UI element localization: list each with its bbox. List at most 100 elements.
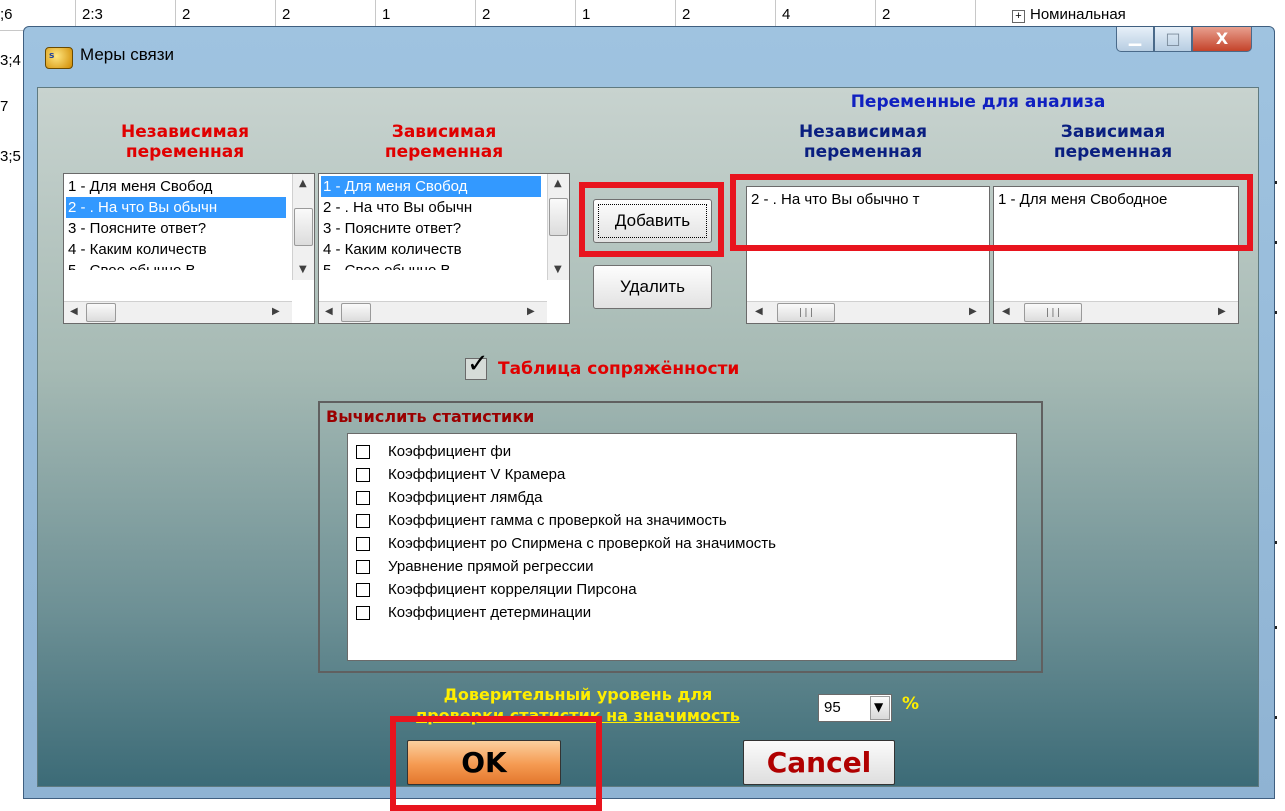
list-item-selected[interactable]: 2 - . На что Вы обычн [66,197,286,218]
stat-checkbox[interactable] [356,606,370,620]
dialog-client-area: Независимая переменная Зависимая перемен… [37,87,1259,811]
list-item[interactable]: 2 - . На что Вы обычн [321,197,472,218]
thumb-grip-icon: ||| [797,308,815,318]
scroll-thumb[interactable] [341,303,371,322]
list-item[interactable]: 4 - Каким количеств [66,239,207,260]
scroll-left-icon[interactable]: ◀ [325,306,333,317]
vertical-scrollbar[interactable]: ▲ ▼ [547,174,569,280]
contingency-checkbox[interactable]: ✓ [465,349,489,380]
stat-label: Коэффициент гамма с проверкой на значимо… [388,512,727,529]
scroll-thumb[interactable] [86,303,116,322]
stat-checkbox[interactable] [356,468,370,482]
remove-button[interactable]: Удалить [593,265,712,309]
confidence-label-line1: Доверительный уровень для [443,685,713,704]
sheet-cell[interactable]: 2 [182,6,190,23]
scroll-thumb[interactable]: ||| [777,303,835,322]
window-controls: ▁ □ X [1116,27,1252,53]
maximize-icon: □ [1165,29,1181,48]
list-item[interactable]: 3 - Поясните ответ? [66,218,206,239]
scroll-right-icon[interactable]: ▶ [969,306,977,317]
dependent-heading-line1: Зависимая [391,122,497,142]
sheet-gridline [775,0,776,26]
thumb-grip-icon: ||| [1044,308,1062,318]
tree-expand-icon[interactable]: + [1012,10,1025,23]
sheet-cell[interactable]: 2:3 [82,6,103,23]
list-item[interactable]: 1 - Для меня Свобод [66,176,212,197]
sheet-cell[interactable]: 1 [382,6,390,23]
stat-checkbox[interactable] [356,514,370,528]
scroll-right-icon[interactable]: ▶ [272,306,280,317]
analysis-independent-heading-line1: Независимая [798,122,928,142]
ok-button-highlight [390,716,602,811]
stat-label: Коэффициент корреляции Пирсона [388,581,637,598]
sheet-gridline [375,0,376,26]
sheet-cell[interactable]: 1 [582,6,590,23]
horizontal-scrollbar[interactable]: ◀ ▶ [64,301,292,323]
stat-checkbox[interactable] [356,583,370,597]
horizontal-scrollbar[interactable]: ◀ ||| ▶ [747,301,989,323]
scroll-right-icon[interactable]: ▶ [527,306,535,317]
window-title: Меры связи [80,45,175,64]
list-item-selected[interactable]: 1 - Для меня Свобод [321,176,541,197]
contingency-label[interactable]: Таблица сопряжённости [498,359,739,379]
stat-label: Коэффициент лямбда [388,489,543,506]
title-bar[interactable]: s Меры связи ▁ □ X [24,27,1274,87]
sheet-cell[interactable]: 4 [782,6,790,23]
row-label: ;6 [0,6,13,23]
sheet-cell[interactable]: 2 [482,6,490,23]
close-button[interactable]: X [1192,27,1252,52]
scroll-thumb[interactable] [294,208,313,246]
remove-button-label: Удалить [620,277,685,296]
sheet-cell[interactable]: 2 [282,6,290,23]
scroll-up-icon[interactable]: ▲ [299,178,307,189]
list-item[interactable]: 3 - Поясните ответ? [321,218,461,239]
vertical-scrollbar[interactable]: ▲ ▼ [292,174,314,280]
scroll-up-icon[interactable]: ▲ [554,178,562,189]
app-icon: s [45,47,73,69]
scroll-right-icon[interactable]: ▶ [1218,306,1226,317]
scroll-left-icon[interactable]: ◀ [755,306,763,317]
statistics-list: Коэффициент фи Коэффициент V Крамера Коэ… [347,433,1017,661]
scroll-left-icon[interactable]: ◀ [1002,306,1010,317]
row-label: 3;5 [0,148,21,165]
measures-dialog: s Меры связи ▁ □ X Независимая переменна… [23,26,1275,811]
minimize-icon: ▁ [1128,27,1142,46]
stat-checkbox[interactable] [356,491,370,505]
maximize-button[interactable]: □ [1154,27,1192,52]
minimize-button[interactable]: ▁ [1116,27,1154,52]
cancel-button[interactable]: Cancel [743,740,895,785]
confidence-select[interactable]: 95 ▼ [818,694,892,722]
stat-label: Коэффициент фи [388,443,512,460]
independent-heading-line2: переменная [125,142,245,162]
statistics-group: Вычислить статистики Коэффициент фи Коэф… [318,401,1043,673]
scroll-down-icon[interactable]: ▼ [554,264,562,275]
analysis-dependent-heading-line2: переменная [1053,142,1173,162]
horizontal-scrollbar[interactable]: ◀ ||| ▶ [994,301,1238,323]
scroll-thumb[interactable]: ||| [1024,303,1082,322]
stat-checkbox[interactable] [356,560,370,574]
stat-label: Уравнение прямой регрессии [388,558,594,575]
dependent-variable-list[interactable]: 1 - Для меня Свобод 2 - . На что Вы обыч… [318,173,570,324]
stat-checkbox[interactable] [356,537,370,551]
dropdown-button[interactable]: ▼ [870,696,890,720]
scroll-down-icon[interactable]: ▼ [299,264,307,275]
list-item[interactable]: 4 - Каким количеств [321,239,462,260]
sheet-cell[interactable]: 2 [682,6,690,23]
list-item[interactable]: 5 - Свое обычно В [66,260,196,270]
independent-variable-list[interactable]: 1 - Для меня Свобод 2 - . На что Вы обыч… [63,173,315,324]
dependent-heading-line2: переменная [384,142,504,162]
horizontal-scrollbar[interactable]: ◀ ▶ [319,301,547,323]
stat-checkbox[interactable] [356,445,370,459]
list-item[interactable]: 5 - Свое обычно В [321,260,451,270]
analysis-dependent-heading: Зависимая переменная [998,122,1228,162]
scroll-thumb[interactable] [549,198,568,236]
sheet-cell[interactable]: 2 [882,6,890,23]
percent-label: % [902,694,920,714]
tree-node-label[interactable]: Номинальная [1030,6,1126,23]
scroll-left-icon[interactable]: ◀ [70,306,78,317]
sheet-gridline [675,0,676,26]
stat-label: Коэффициент детерминации [388,604,592,621]
analysis-independent-heading-line2: переменная [803,142,923,162]
close-icon: X [1215,29,1229,48]
sheet-gridline [275,0,276,26]
